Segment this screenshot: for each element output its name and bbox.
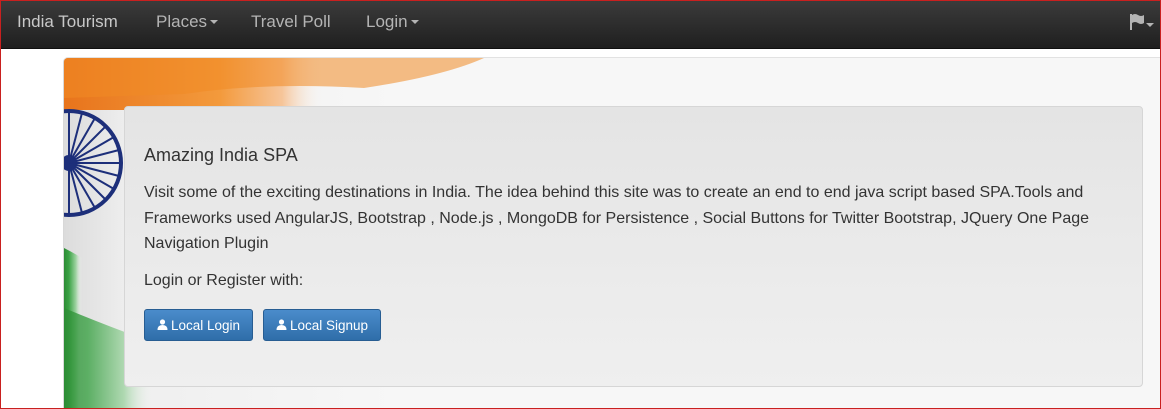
nav-login-dropdown[interactable]: Login [366, 1, 419, 43]
nav-login-label: Login [366, 12, 408, 31]
flag-icon [1130, 14, 1144, 30]
user-icon [276, 319, 287, 331]
app-window: India Tourism Places Travel Poll Login A… [0, 0, 1161, 409]
local-signup-button[interactable]: Local Signup [263, 309, 382, 341]
caret-down-icon [410, 19, 419, 24]
caret-down-icon [210, 19, 219, 24]
nav-places-label: Places [156, 12, 208, 31]
intro-panel: Amazing India SPA Visit some of the exci… [124, 106, 1143, 387]
local-login-label: Local Login [171, 318, 241, 333]
brand-link[interactable]: India Tourism [17, 1, 118, 43]
nav-travel-poll[interactable]: Travel Poll [251, 1, 331, 43]
brand-label: India Tourism [17, 12, 118, 31]
login-prompt-label: Login or Register with: [144, 272, 304, 289]
caret-down-icon [1146, 23, 1154, 27]
nav-travel-poll-label: Travel Poll [251, 12, 331, 31]
local-login-button[interactable]: Local Login [144, 309, 254, 341]
top-navbar: India Tourism Places Travel Poll Login [1, 1, 1160, 49]
local-signup-label: Local Signup [290, 318, 369, 333]
language-dropdown[interactable] [1129, 13, 1157, 33]
site-description: Visit some of the exciting destinations … [144, 184, 1090, 252]
nav-places-dropdown[interactable]: Places [156, 1, 219, 43]
page-title: Amazing India SPA [144, 145, 298, 165]
user-icon [157, 319, 168, 331]
